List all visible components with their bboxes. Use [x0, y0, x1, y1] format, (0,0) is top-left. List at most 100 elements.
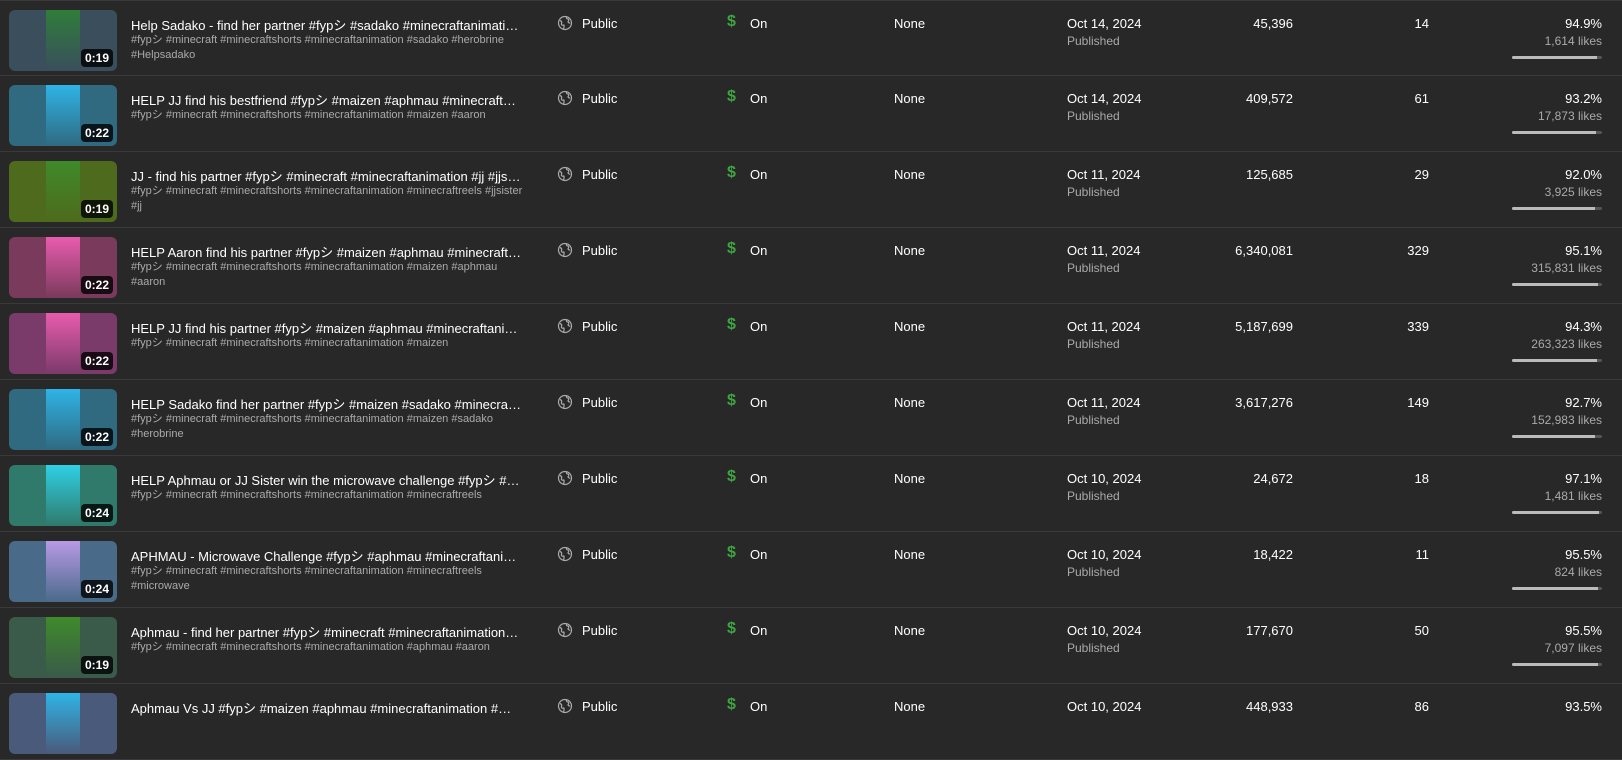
like-ratio-fill [1512, 511, 1600, 514]
monetization-label[interactable]: On [750, 471, 767, 486]
like-count: 315,831 likes [1531, 261, 1602, 275]
video-title[interactable]: HELP Sadako find her partner #fypシ #maiz… [131, 394, 521, 413]
visibility-label[interactable]: Public [582, 167, 617, 182]
video-title[interactable]: HELP JJ find his bestfriend #fypシ #maize… [131, 90, 521, 109]
restrictions-label[interactable]: None [894, 471, 925, 486]
publish-date: Oct 14, 2024 [1067, 16, 1142, 31]
restrictions-label[interactable]: None [894, 623, 925, 638]
video-title[interactable]: Help Sadako - find her partner #fypシ #sa… [131, 15, 521, 34]
publish-date: Oct 10, 2024 [1067, 699, 1142, 714]
video-row[interactable]: Aphmau Vs JJ #fypシ #maizen #aphmau #mine… [0, 684, 1622, 760]
video-title[interactable]: JJ - find his partner #fypシ #minecraft #… [131, 166, 521, 185]
video-row[interactable]: 0:19 Aphmau - find her partner #fypシ #mi… [0, 608, 1622, 684]
video-row[interactable]: 0:22 HELP Aaron find his partner #fypシ #… [0, 228, 1622, 304]
monetization-label[interactable]: On [750, 319, 767, 334]
dollar-icon: $ [727, 164, 736, 181]
publish-date: Oct 11, 2024 [1067, 319, 1141, 334]
video-row[interactable]: 0:22 HELP JJ find his partner #fypシ #mai… [0, 304, 1622, 380]
like-count: 152,983 likes [1531, 413, 1602, 427]
video-row[interactable]: 0:19 Help Sadako - find her partner #fyp… [0, 0, 1622, 76]
video-description: #fypシ #minecraft #minecraftshorts #minec… [131, 261, 498, 288]
video-title[interactable]: HELP Aphmau or JJ Sister win the microwa… [131, 470, 521, 489]
restrictions-label[interactable]: None [894, 547, 925, 562]
thumbnail-art [46, 465, 80, 526]
video-thumbnail[interactable]: 0:22 [9, 237, 117, 298]
like-percentage: 95.1% [1565, 243, 1602, 258]
monetization-label[interactable]: On [750, 167, 767, 182]
comment-count: 339 [1407, 319, 1429, 334]
comment-count: 329 [1407, 243, 1429, 258]
restrictions-label[interactable]: None [894, 699, 925, 714]
video-thumbnail[interactable]: 0:22 [9, 389, 117, 450]
video-row[interactable]: 0:24 HELP Aphmau or JJ Sister win the mi… [0, 456, 1622, 532]
restrictions-label[interactable]: None [894, 319, 925, 334]
monetization-label[interactable]: On [750, 243, 767, 258]
publish-status: Published [1067, 34, 1120, 48]
monetization-label[interactable]: On [750, 623, 767, 638]
visibility-label[interactable]: Public [582, 547, 617, 562]
video-row[interactable]: 0:22 HELP JJ find his bestfriend #fypシ #… [0, 76, 1622, 152]
video-thumbnail[interactable]: 0:19 [9, 161, 117, 222]
video-row[interactable]: 0:24 APHMAU - Microwave Challenge #fypシ … [0, 532, 1622, 608]
video-thumbnail[interactable]: 0:22 [9, 85, 117, 146]
video-title[interactable]: Aphmau Vs JJ #fypシ #maizen #aphmau #mine… [131, 698, 521, 717]
thumbnail-art [46, 237, 80, 298]
visibility-label[interactable]: Public [582, 91, 617, 106]
globe-icon [557, 394, 573, 410]
video-title[interactable]: HELP Aaron find his partner #fypシ #maize… [131, 242, 521, 261]
globe-icon [557, 698, 573, 714]
monetization-label[interactable]: On [750, 395, 767, 410]
like-percentage: 94.9% [1565, 16, 1602, 31]
restrictions-label[interactable]: None [894, 243, 925, 258]
visibility-label[interactable]: Public [582, 699, 617, 714]
thumbnail-art [46, 10, 80, 71]
visibility-label[interactable]: Public [582, 243, 617, 258]
restrictions-label[interactable]: None [894, 167, 925, 182]
monetization-label[interactable]: On [750, 547, 767, 562]
view-count: 45,396 [1253, 16, 1293, 31]
comment-count: 86 [1414, 699, 1429, 714]
publish-status: Published [1067, 413, 1120, 427]
visibility-label[interactable]: Public [582, 319, 617, 334]
like-count: 3,925 likes [1544, 185, 1602, 199]
video-duration: 0:22 [80, 352, 113, 370]
like-ratio-fill [1512, 435, 1596, 438]
video-thumbnail[interactable]: 0:22 [9, 313, 117, 374]
visibility-label[interactable]: Public [582, 16, 617, 31]
globe-icon [557, 15, 573, 31]
visibility-label[interactable]: Public [582, 623, 617, 638]
dollar-icon: $ [727, 88, 736, 105]
like-ratio-bar [1512, 663, 1602, 666]
restrictions-label[interactable]: None [894, 395, 925, 410]
like-ratio-bar [1512, 587, 1602, 590]
like-ratio-bar [1512, 359, 1602, 362]
comment-count: 29 [1414, 167, 1429, 182]
restrictions-label[interactable]: None [894, 91, 925, 106]
comment-count: 11 [1415, 547, 1430, 562]
video-thumbnail[interactable]: 0:24 [9, 541, 117, 602]
monetization-label[interactable]: On [750, 91, 767, 106]
video-row[interactable]: 0:22 HELP Sadako find her partner #fypシ … [0, 380, 1622, 456]
video-title[interactable]: Aphmau - find her partner #fypシ #minecra… [131, 622, 521, 641]
like-percentage: 95.5% [1565, 547, 1602, 562]
restrictions-label[interactable]: None [894, 16, 925, 31]
comment-count: 50 [1414, 623, 1429, 638]
monetization-label[interactable]: On [750, 699, 767, 714]
video-thumbnail[interactable]: 0:19 [9, 617, 117, 678]
video-thumbnail[interactable]: 0:24 [9, 465, 117, 526]
view-count: 177,670 [1246, 623, 1293, 638]
view-count: 6,340,081 [1235, 243, 1293, 258]
monetization-label[interactable]: On [750, 16, 767, 31]
video-title[interactable]: APHMAU - Microwave Challenge #fypシ #aphm… [131, 546, 521, 565]
video-thumbnail[interactable] [9, 693, 117, 754]
visibility-label[interactable]: Public [582, 471, 617, 486]
video-title[interactable]: HELP JJ find his partner #fypシ #maizen #… [131, 318, 521, 337]
visibility-label[interactable]: Public [582, 395, 617, 410]
like-ratio-fill [1512, 131, 1596, 134]
video-thumbnail[interactable]: 0:19 [9, 10, 117, 71]
video-row[interactable]: 0:19 JJ - find his partner #fypシ #minecr… [0, 152, 1622, 228]
thumbnail-art [46, 617, 80, 678]
comment-count: 14 [1414, 16, 1429, 31]
thumbnail-art [46, 389, 80, 450]
video-table: 0:19 Help Sadako - find her partner #fyp… [0, 0, 1622, 760]
